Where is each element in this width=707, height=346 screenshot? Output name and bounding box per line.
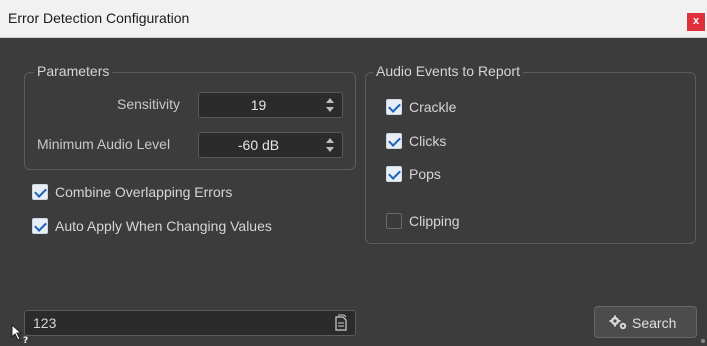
- search-button[interactable]: Search: [594, 306, 697, 338]
- combine-overlapping-label: Combine Overlapping Errors: [55, 184, 233, 200]
- help-cursor-icon[interactable]: ?: [10, 323, 32, 345]
- auto-apply-checkbox[interactable]: Auto Apply When Changing Values: [32, 217, 332, 237]
- event-clicks-checkbox[interactable]: Clicks: [386, 132, 506, 152]
- event-label: Clipping: [409, 213, 460, 229]
- gears-icon: [609, 315, 627, 330]
- close-button[interactable]: x: [687, 13, 705, 31]
- event-crackle-checkbox[interactable]: Crackle: [386, 98, 506, 118]
- dialog-body: Parameters Sensitivity 19 Minimum Audio …: [0, 38, 707, 346]
- resize-grip[interactable]: [701, 339, 705, 343]
- checkbox-unchecked-icon[interactable]: [386, 213, 402, 229]
- event-pops-checkbox[interactable]: Pops: [386, 165, 506, 185]
- title-bar: Error Detection Configuration x: [0, 0, 707, 38]
- parameters-group-title: Parameters: [34, 63, 113, 79]
- audio-events-group-title: Audio Events to Report: [373, 63, 523, 79]
- event-label: Crackle: [409, 99, 457, 115]
- checkbox-checked-icon[interactable]: [32, 184, 48, 200]
- parameters-group: Parameters Sensitivity 19 Minimum Audio …: [24, 63, 356, 170]
- event-clipping-checkbox[interactable]: Clipping: [386, 212, 506, 232]
- count-value: 123: [33, 315, 57, 331]
- checkbox-checked-icon[interactable]: [32, 218, 48, 234]
- min-audio-level-spinbox[interactable]: -60 dB: [198, 132, 343, 158]
- sensitivity-value: 19: [250, 97, 267, 113]
- auto-apply-label: Auto Apply When Changing Values: [55, 218, 272, 234]
- event-label: Pops: [409, 166, 441, 182]
- document-icon[interactable]: [335, 314, 347, 331]
- search-label: Search: [632, 315, 677, 331]
- svg-text:?: ?: [23, 336, 28, 345]
- audio-events-group: Audio Events to Report Crackle Clicks Po…: [365, 63, 696, 244]
- checkbox-checked-icon[interactable]: [386, 99, 402, 115]
- event-label: Clicks: [409, 133, 447, 149]
- min-audio-level-value: -60 dB: [237, 137, 280, 153]
- sensitivity-spinbox[interactable]: 19: [198, 92, 343, 118]
- min-audio-level-label: Minimum Audio Level: [37, 136, 171, 152]
- checkbox-checked-icon[interactable]: [386, 133, 402, 149]
- spin-arrows-icon[interactable]: [326, 138, 334, 152]
- spin-arrows-icon[interactable]: [326, 98, 334, 112]
- count-field[interactable]: 123: [24, 310, 356, 336]
- close-icon: x: [692, 15, 700, 27]
- combine-overlapping-checkbox[interactable]: Combine Overlapping Errors: [32, 183, 292, 203]
- sensitivity-label: Sensitivity: [117, 96, 181, 112]
- checkbox-checked-icon[interactable]: [386, 166, 402, 182]
- window-title: Error Detection Configuration: [8, 10, 190, 26]
